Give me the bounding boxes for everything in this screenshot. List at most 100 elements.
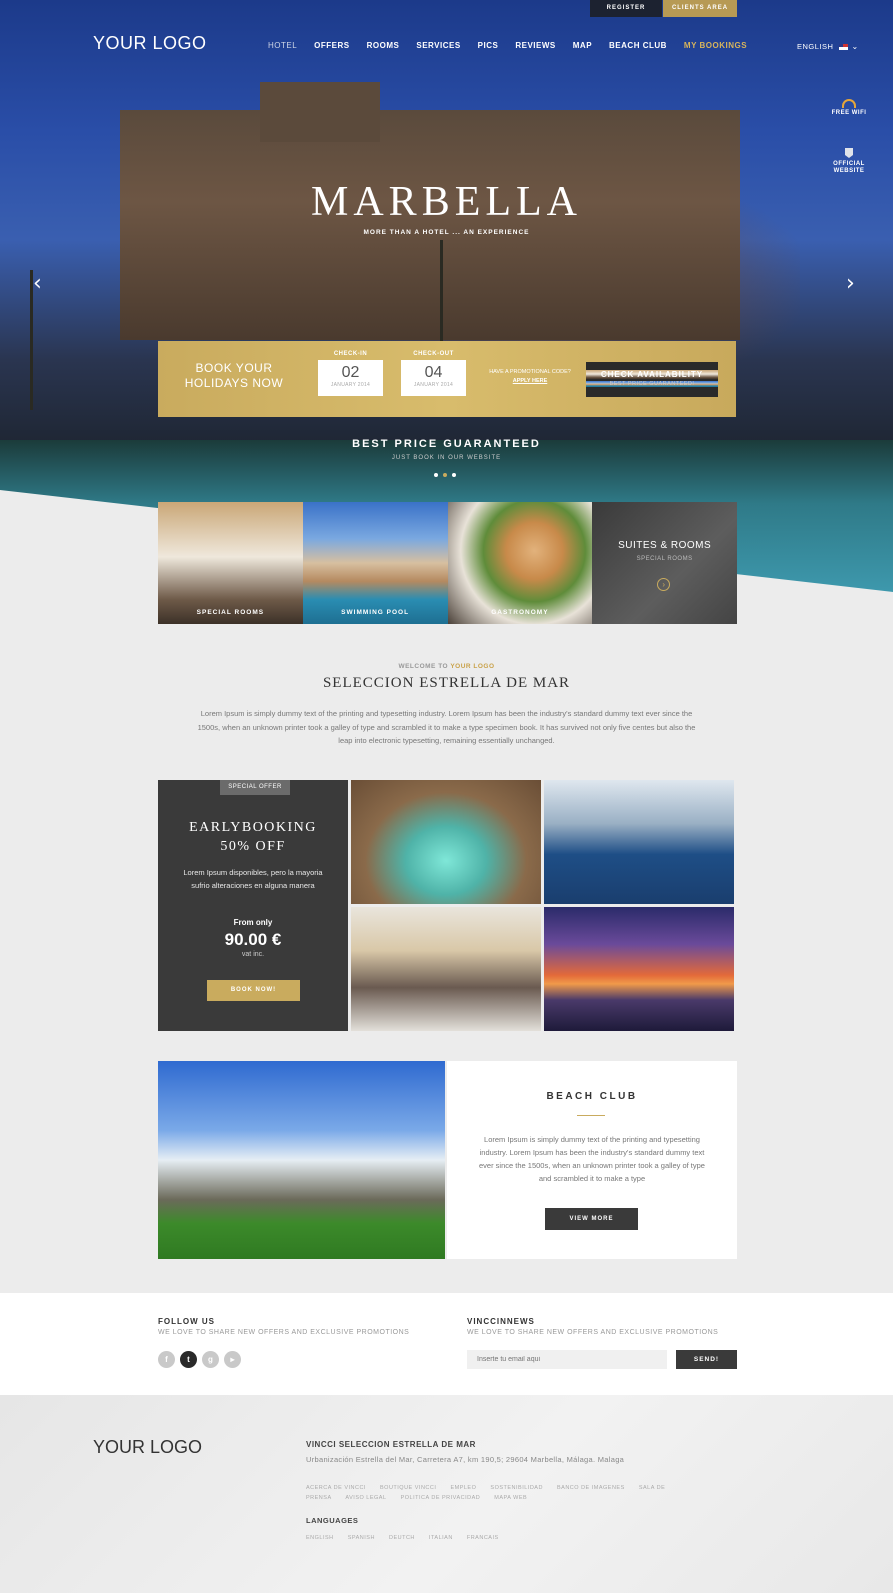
clients-area-button[interactable]: CLIENTS AREA [663,0,737,17]
slider-prev-arrow[interactable]: ‹ [33,271,42,296]
tile-caption: SPECIAL ROOMS [196,609,265,616]
gym-photo[interactable] [544,780,734,904]
book-now-button[interactable]: BOOK NOW! [207,980,300,1001]
nav-item-beach-club[interactable]: BEACH CLUB [609,41,667,50]
site-logo[interactable]: YOUR LOGO [93,33,207,54]
slider-dot[interactable] [452,473,456,477]
slider-next-arrow[interactable]: › [846,271,855,296]
special-offer-badge: SPECIAL OFFER [220,780,290,795]
nav-item-hotel[interactable]: HOTEL [268,41,297,50]
free-wifi-link[interactable]: FREE WIFI [826,99,872,117]
slider-dot[interactable] [434,473,438,477]
slider-dots [434,473,456,477]
checkin-label: CHECK-IN [333,351,368,357]
newsletter-section: FOLLOW US WE LOVE TO SHARE NEW OFFERS AN… [0,1293,893,1395]
vincci-news-title: VINCCINNEWS [467,1317,535,1326]
language-link[interactable]: FRANCAIS [467,1535,499,1541]
languages-title: LANGUAGES [306,1516,359,1525]
hero-subtitle: MORE THAN A HOTEL ... AN EXPERIENCE [363,229,530,236]
language-link[interactable]: ENGLISH [306,1535,334,1541]
special-offer-card: SPECIAL OFFER EARLYBOOKING 50% OFF Lorem… [158,780,348,1031]
language-label: ENGLISH [797,42,834,51]
checkout-label: CHECK-OUT [413,351,454,357]
best-price-subtitle: JUST BOOK IN OUR WEBSITE [391,455,502,461]
nav-item-map[interactable]: MAP [573,41,592,50]
tile-subtitle: SPECIAL ROOMS [636,556,693,562]
apply-here-link[interactable]: APPLY HERE [513,378,548,384]
checkin-box[interactable]: 02 JANUARY 2014 [318,360,383,396]
welcome-eyebrow: WELCOME TO YOUR LOGO [0,663,893,670]
footer-link[interactable]: BANCO DE IMAGENES [557,1485,625,1491]
youtube-icon[interactable]: ▸ [224,1351,241,1368]
booking-title: BOOK YOUR HOLIDAYS NOW [184,361,284,390]
language-link[interactable]: DEUTCH [389,1535,415,1541]
promo-label: HAVE A PROMOTIONAL CODE? [489,369,571,375]
language-selector[interactable]: ENGLISH ⌄ [797,42,859,51]
check-availability-button[interactable]: CHECK AVAILABILITY BEST PRICE GUARANTEED… [586,362,718,397]
badge-icon [845,148,853,158]
footer-link[interactable]: POLITICA DE PRIVACIDAD [401,1495,481,1501]
tile-suites-rooms[interactable]: SUITES & ROOMS SPECIAL ROOMS › [592,502,737,624]
official-label: OFFICIAL [833,161,865,167]
footer-logo[interactable]: YOUR LOGO [93,1437,202,1458]
footer-languages: ENGLISH SPANISH DEUTCH ITALIAN FRANCAIS [306,1535,511,1541]
tile-caption: SWIMMING POOL [341,609,410,616]
website-label: WEBSITE [833,168,865,174]
tile-gastronomy[interactable]: GASTRONOMY [447,502,593,624]
follow-us-subtitle: WE LOVE TO SHARE NEW OFFERS AND EXCLUSIV… [158,1329,410,1336]
google-plus-icon[interactable]: g [202,1351,219,1368]
checkin-day: 02 [341,364,360,381]
best-price-title: BEST PRICE GUARANTEED [352,438,541,450]
language-link[interactable]: ITALIAN [429,1535,453,1541]
footer-address: Urbanización Estrella del Mar, Carretera… [306,1455,625,1464]
offer-text: Lorem Ipsum disponibles, pero la mayoria… [183,868,323,890]
bedroom-photo[interactable] [351,907,541,1031]
free-wifi-label: FREE WIFI [831,110,867,116]
footer-link[interactable]: SOSTENIBILIDAD [490,1485,543,1491]
checkin-field[interactable]: CHECK-IN 02 JANUARY 2014 [318,351,383,396]
check-availability-label: CHECK AVAILABILITY [586,370,718,379]
slider-dot-active[interactable] [443,473,447,477]
welcome-title: SELECCION ESTRELLA DE MAR [322,675,571,691]
nav-item-services[interactable]: SERVICES [416,41,460,50]
footer-link[interactable]: AVISO LEGAL [345,1495,386,1501]
tile-swimming-pool[interactable]: SWIMMING POOL [302,502,448,624]
booking-bar: BOOK YOUR HOLIDAYS NOW CHECK-IN 02 JANUA… [158,341,736,417]
wifi-icon [842,99,856,108]
nav-item-rooms[interactable]: ROOMS [367,41,400,50]
beach-club-card: BEACH CLUB Lorem Ipsum is simply dummy t… [447,1061,737,1259]
facebook-icon[interactable]: f [158,1351,175,1368]
checkin-month: JANUARY 2014 [330,382,371,388]
indoor-pool-photo[interactable] [351,780,541,904]
footer-link[interactable]: EMPLEO [450,1485,476,1491]
nav-item-reviews[interactable]: REVIEWS [515,41,555,50]
beach-club-photo [158,1061,445,1259]
follow-us-title: FOLLOW US [158,1317,215,1326]
arrow-right-icon[interactable]: › [657,578,671,591]
nav-item-pics[interactable]: PICS [478,41,499,50]
send-button[interactable]: SEND! [676,1350,737,1369]
official-website-link[interactable]: OFFICIAL WEBSITE [826,148,872,175]
sunset-photo[interactable] [544,907,734,1031]
footer: YOUR LOGO VINCCI SELECCION ESTRELLA DE M… [0,1395,893,1593]
checkout-box[interactable]: 04 JANUARY 2014 [401,360,466,396]
nav-item-my-bookings[interactable]: MY BOOKINGS [684,41,747,50]
beach-club-text: Lorem Ipsum is simply dummy text of the … [479,1135,705,1183]
footer-link[interactable]: MAPA WEB [494,1495,527,1501]
checkout-field[interactable]: CHECK-OUT 04 JANUARY 2014 [401,351,466,396]
beach-club-title: BEACH CLUB [546,1091,638,1102]
register-button[interactable]: REGISTER [590,0,662,17]
hero-title: MARBELLA [311,179,582,225]
tile-special-rooms[interactable]: SPECIAL ROOMS [158,502,303,624]
welcome-logo-text: YOUR LOGO [450,663,495,670]
feature-tiles: SPECIAL ROOMS SWIMMING POOL GASTRONOMY S… [158,502,737,624]
email-input[interactable] [467,1350,667,1369]
tile-title: SUITES & ROOMS [618,540,712,551]
language-link[interactable]: SPANISH [348,1535,375,1541]
footer-link[interactable]: BOUTIQUE VINCCI [380,1485,436,1491]
twitter-icon[interactable]: t [180,1351,197,1368]
nav-item-offers[interactable]: OFFERS [314,41,349,50]
footer-link[interactable]: ACERCA DE VINCCI [306,1485,366,1491]
welcome-prefix: WELCOME TO [398,663,449,670]
view-more-button[interactable]: VIEW MORE [545,1208,638,1230]
